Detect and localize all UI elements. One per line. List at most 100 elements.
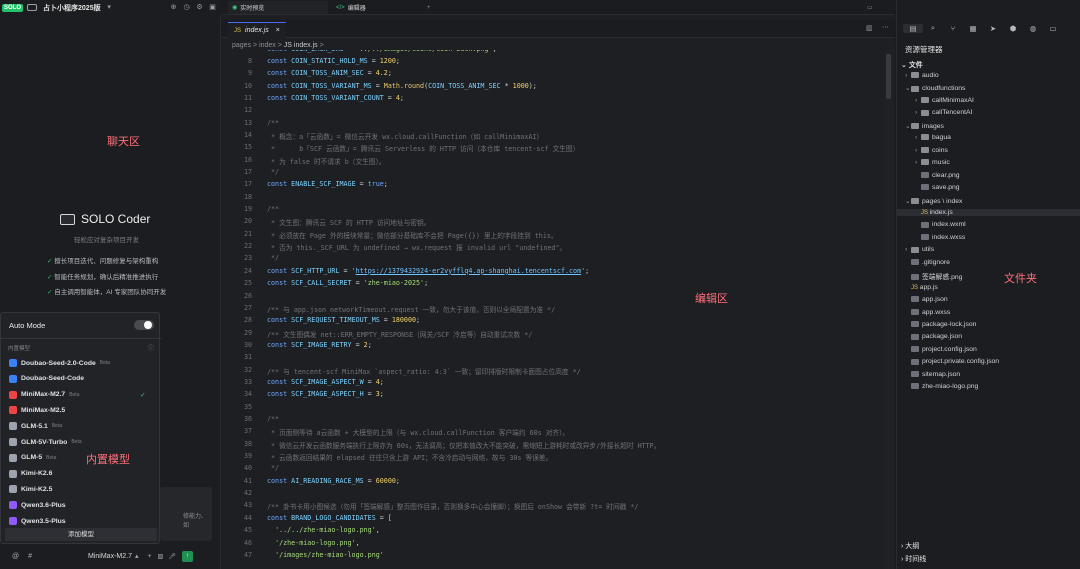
chat-input-box[interactable]: 修能力、如: [160, 487, 212, 541]
plugin-icon[interactable]: ⬢: [1003, 24, 1023, 33]
code-line[interactable]: * 文生图：腾讯云 SCF 的 HTTP 访问地址与密钥。: [267, 217, 430, 227]
code-line[interactable]: const BRAND_LOGO_CANDIDATES = [: [267, 514, 392, 522]
send-icon[interactable]: ➤: [983, 24, 1003, 33]
file-item[interactable]: zhe-miao-logo.png: [897, 383, 1080, 390]
code-line[interactable]: const SCF_IMAGE_ASPECT_H = 3;: [267, 390, 384, 398]
folder-item[interactable]: ⌄ pages \ index: [897, 197, 1080, 205]
gear-icon[interactable]: ⚙: [195, 3, 204, 12]
add-icon[interactable]: +: [147, 553, 151, 560]
breadcrumb-item[interactable]: index: [259, 42, 276, 49]
code-line[interactable]: * 概念：a「云函数」= 微信云开发 wx.cloud.callFunction…: [267, 131, 543, 141]
file-item[interactable]: project.private.config.json: [897, 358, 1080, 365]
code-line[interactable]: const SCF_IMAGE_ASPECT_W = 4;: [267, 378, 384, 386]
code-editor[interactable]: const COIN_BACK_SRC = '../../images/coin…: [222, 50, 884, 569]
timeline-section[interactable]: › 时间线: [901, 554, 926, 564]
mention-icon[interactable]: @: [12, 553, 19, 560]
image-icon[interactable]: ▨: [158, 553, 164, 560]
layout-icon[interactable]: ▭: [867, 1, 873, 14]
code-line[interactable]: const COIN_TOSS_VARIANT_COUNT = 4;: [267, 94, 404, 102]
window-icon[interactable]: [27, 4, 38, 11]
file-item[interactable]: index.wxml: [897, 221, 1080, 228]
code-line[interactable]: * 为 false 时不请求 b（文生图）。: [267, 156, 386, 166]
code-line[interactable]: */: [267, 168, 279, 176]
code-line[interactable]: /**: [267, 415, 279, 423]
file-item[interactable]: index.wxss: [897, 234, 1080, 241]
info-icon[interactable]: ⓘ: [148, 343, 154, 352]
git-icon[interactable]: ⑂: [943, 24, 963, 33]
tab-editor[interactable]: </> 编辑器: [332, 1, 422, 14]
globe-icon[interactable]: ◍: [1023, 24, 1043, 33]
code-line[interactable]: '../../zhe-miao-logo.png',: [267, 526, 380, 534]
code-line[interactable]: * 微信云开发云函数服务端执行上限亦为 60s，无法调高；仅把本值改大不能突破，…: [267, 440, 660, 450]
file-item[interactable]: package-lock.json: [897, 321, 1080, 328]
folder-item[interactable]: › music: [897, 159, 1080, 166]
code-line[interactable]: const AI_READING_RACE_MS = 60000;: [267, 477, 400, 485]
file-item[interactable]: app.wxss: [897, 309, 1080, 316]
folder-item[interactable]: › bagua: [897, 134, 1080, 141]
folder-item[interactable]: › coins: [897, 147, 1080, 154]
add-icon[interactable]: ⊕: [169, 3, 178, 12]
file-item[interactable]: package.json: [897, 333, 1080, 340]
file-item[interactable]: app.json: [897, 296, 1080, 303]
model-item[interactable]: Qwen3.5-Plus: [9, 517, 66, 525]
code-line[interactable]: * 否为 this._SCF_URL 为 undefined → wx.requ…: [267, 242, 566, 252]
file-item[interactable]: clear.png: [897, 172, 1080, 179]
search-icon[interactable]: ⌕: [923, 23, 943, 33]
code-line[interactable]: * b「SCF 云函数」= 腾讯云 Serverless 的 HTTP 访问（本…: [267, 143, 579, 153]
code-line[interactable]: * 必须放在 Page 外的模块常量；微信部分基础库不会把 Page({}) 里…: [267, 230, 558, 240]
folder-item[interactable]: ⌄ cloudfunctions: [897, 84, 1080, 92]
outline-section[interactable]: › 大纲: [901, 541, 919, 551]
code-line[interactable]: '/zhe-miao-logo.png',: [267, 539, 360, 547]
folder-item[interactable]: › callTencentAI: [897, 109, 1080, 116]
model-item[interactable]: MiniMax-M2.5: [9, 406, 65, 415]
code-line[interactable]: const COIN_TOSS_VARIANT_MS = Math.round(…: [267, 82, 537, 90]
code-line[interactable]: '/images/zhe-miao-logo.png': [267, 551, 384, 559]
folder-item[interactable]: › utils: [897, 246, 1080, 253]
auto-mode-toggle[interactable]: [134, 320, 154, 330]
code-line[interactable]: /** 文生图偶发 net::ERR_EMPTY_RESPONSE（网关/SCF…: [267, 329, 532, 339]
file-item[interactable]: sitemap.json: [897, 371, 1080, 378]
code-line[interactable]: const COIN_TOSS_ANIM_SEC = 4.2;: [267, 69, 392, 77]
file-item[interactable]: .gitignore: [897, 259, 1080, 266]
folder-item[interactable]: ⌄ images: [897, 122, 1080, 130]
editor-scrollbar[interactable]: [884, 50, 894, 569]
close-icon[interactable]: ×: [276, 27, 280, 34]
extensions-icon[interactable]: ▦: [963, 24, 983, 33]
model-item[interactable]: Doubao-Seed-2.0-Code Beta: [9, 359, 110, 367]
breadcrumb-item[interactable]: JS index.js: [284, 42, 318, 49]
model-item[interactable]: Kimi-K2.6: [9, 469, 52, 478]
code-line[interactable]: /** 与 app.json networkTimeout.request 一致…: [267, 304, 555, 314]
code-line[interactable]: const SCF_HTTP_URL = 'https://1379432924…: [267, 267, 589, 275]
code-line[interactable]: */: [267, 254, 279, 262]
code-line[interactable]: * 页面侧等待 a云函数 + 大模型的上限（与 wx.cloud.callFun…: [267, 427, 569, 437]
code-line[interactable]: /** 与 tencent-scf MiniMax `aspect_ratio:…: [267, 366, 581, 376]
new-tab-button[interactable]: +: [427, 1, 431, 14]
model-item[interactable]: Kimi-K2.5: [9, 485, 52, 494]
split-editor-icon[interactable]: ▥: [866, 24, 873, 32]
folder-item[interactable]: › audio: [897, 72, 1080, 79]
chevron-down-icon[interactable]: ▾: [105, 3, 114, 12]
send-button[interactable]: ↑: [181, 550, 193, 562]
microphone-icon[interactable]: 🎤︎: [168, 553, 176, 560]
tab-index-js[interactable]: JS index.js ×: [228, 22, 286, 38]
model-dropdown[interactable]: MiniMax-M2.7 ▴: [88, 552, 138, 561]
code-line[interactable]: /**: [267, 205, 279, 213]
model-item[interactable]: MiniMax-M2.7 Beta ✓: [9, 390, 146, 399]
code-line[interactable]: * 云函数返回结果的 elapsed 往往只含上游 API；不含冷启动与网络，故…: [267, 452, 552, 462]
tab-preview[interactable]: ◉ 实时预览: [228, 1, 328, 14]
model-item[interactable]: Doubao-Seed-Code: [9, 374, 84, 383]
code-line[interactable]: const ENABLE_SCF_IMAGE = true;: [267, 180, 388, 188]
model-item[interactable]: Qwen3.6-Plus: [9, 501, 66, 510]
file-item[interactable]: save.png: [897, 184, 1080, 191]
model-item[interactable]: GLM-5 Beta: [9, 453, 56, 462]
files-section-header[interactable]: ⌄ 文件: [901, 60, 923, 70]
code-line[interactable]: const COIN_BACK_SRC = '../../images/coin…: [267, 50, 497, 53]
terminal-icon[interactable]: ▭: [1043, 24, 1063, 33]
file-item[interactable]: project.config.json: [897, 346, 1080, 353]
history-icon[interactable]: ◷: [182, 3, 191, 12]
model-item[interactable]: GLM-5V-Turbo Beta: [9, 438, 82, 446]
code-line[interactable]: const SCF_REQUEST_TIMEOUT_MS = 180000;: [267, 316, 420, 324]
files-icon[interactable]: ▤: [903, 23, 923, 33]
code-line[interactable]: /** 卦书卡用小图候选（勿用「签端解感」整页图作目录，否则换多中心会撞脚）；换…: [267, 501, 638, 511]
more-icon[interactable]: ⋯: [882, 23, 889, 31]
